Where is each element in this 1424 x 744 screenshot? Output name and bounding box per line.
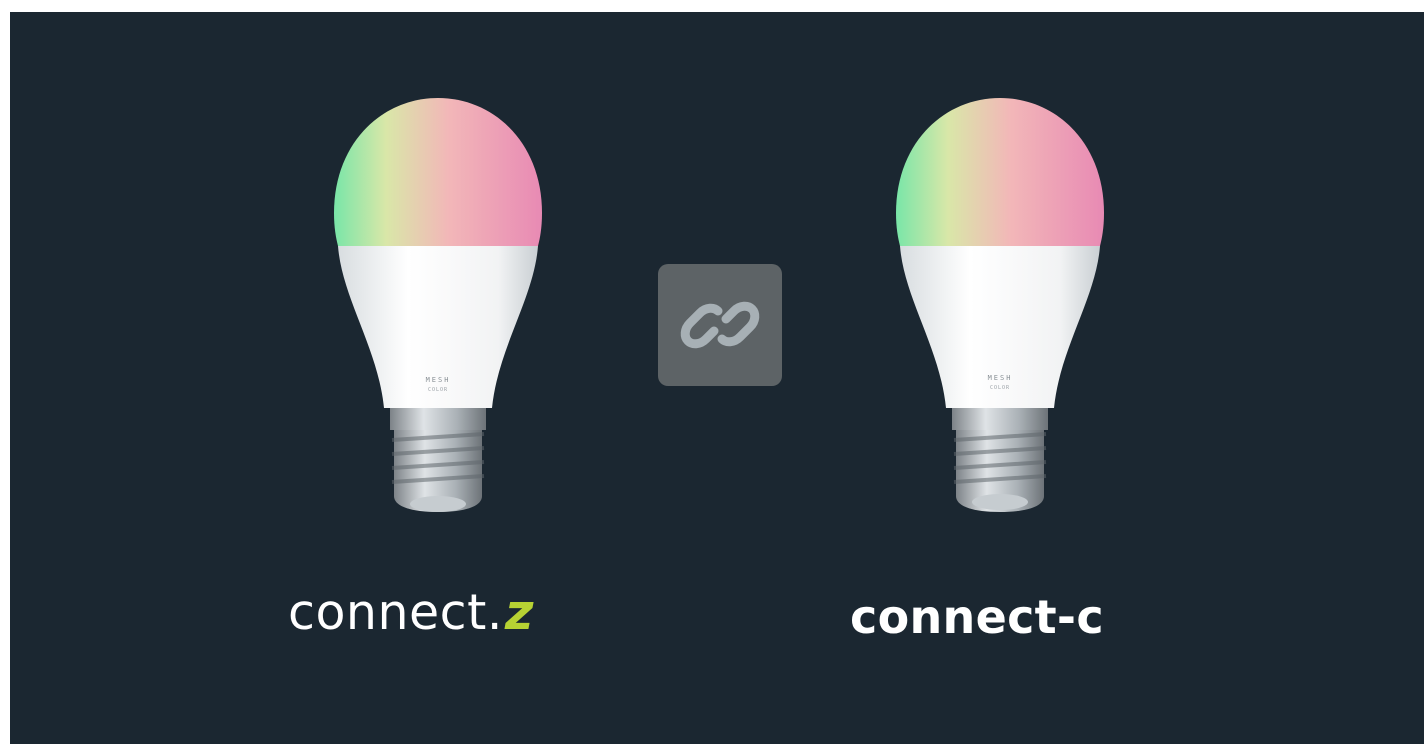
brand-left-prefix: connect xyxy=(288,584,487,641)
bulb-left-label-top: MESH xyxy=(426,376,451,384)
bulb-right-image: MESH COLOR xyxy=(892,96,1108,512)
bulb-right-label-bottom: COLOR xyxy=(990,385,1010,391)
bulb-left-image: MESH COLOR xyxy=(330,98,546,514)
brand-left-separator: . xyxy=(486,584,503,641)
brand-right-text: connect-c xyxy=(850,590,1104,644)
bulb-right-label-top: MESH xyxy=(988,374,1013,382)
bulb-left-label-bottom: COLOR xyxy=(428,387,448,393)
brand-connect-z: connect.z xyxy=(288,584,534,641)
brand-left-mark: z xyxy=(504,584,534,641)
link-icon xyxy=(680,301,760,349)
brand-connect-c: connect-c xyxy=(850,590,1104,644)
link-tile[interactable] xyxy=(658,264,782,386)
